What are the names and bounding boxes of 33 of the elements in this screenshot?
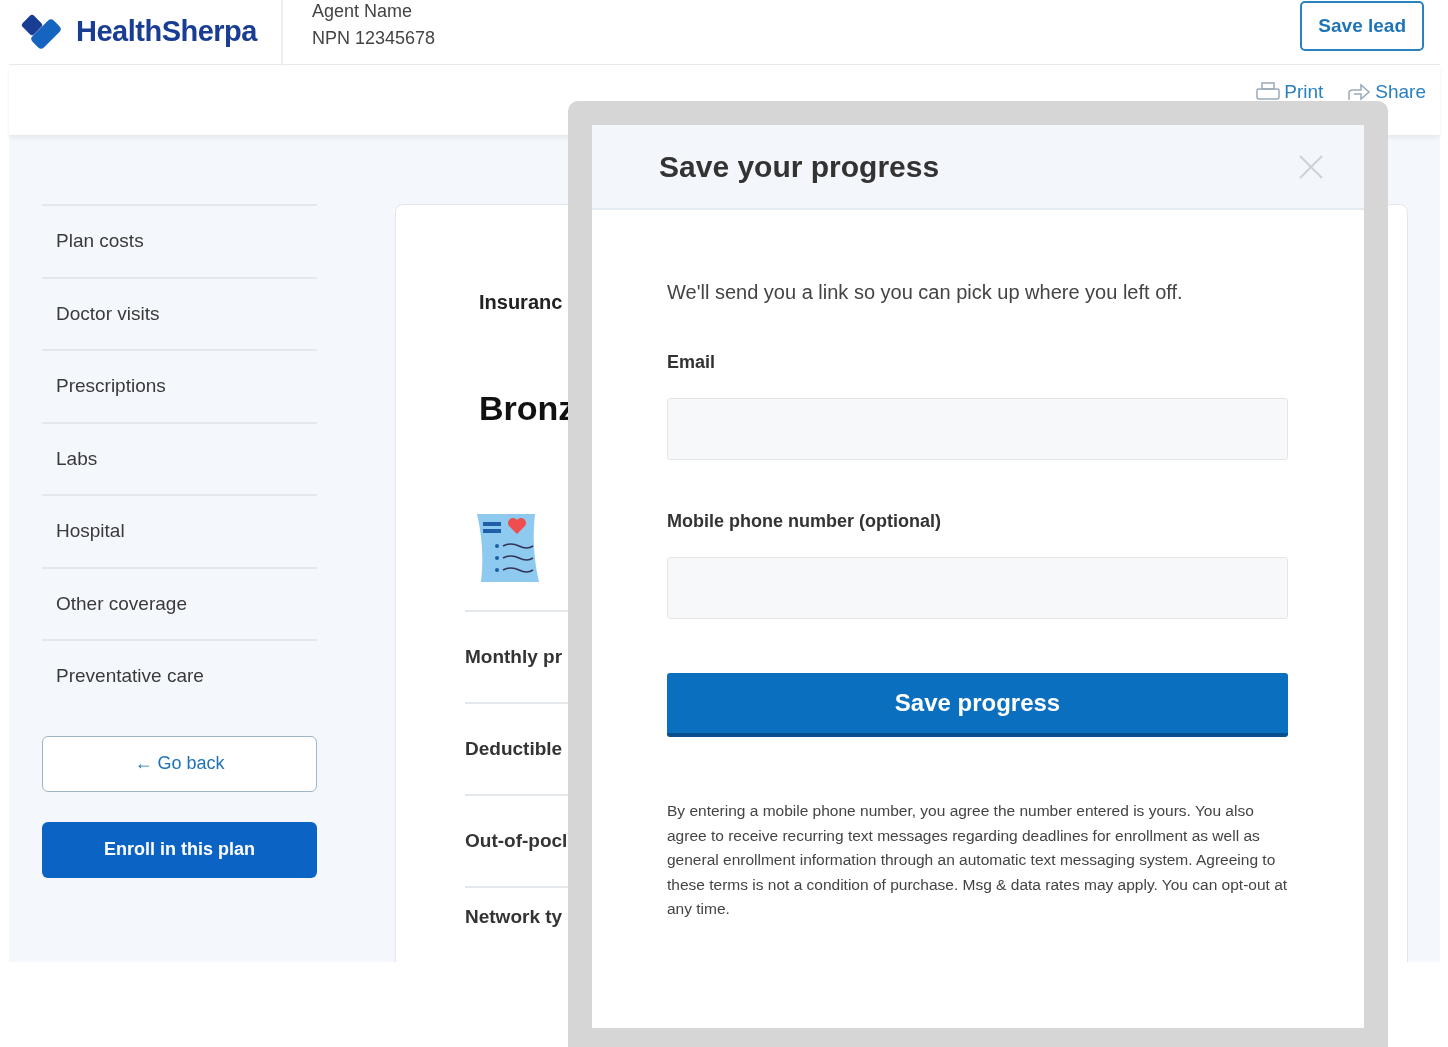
save-progress-button[interactable]: Save progress xyxy=(667,673,1288,737)
sidebar-item[interactable]: Plan costs xyxy=(42,204,317,277)
sidebar-item[interactable]: Doctor visits xyxy=(42,276,317,349)
row-label: Deductible xyxy=(465,736,563,761)
intro-text: We'll send you a link so you can pick up where you left off. xyxy=(667,280,1184,305)
row-label: Monthly pr xyxy=(465,644,563,669)
close-icon xyxy=(1298,153,1324,180)
sidebar-item[interactable]: Other coverage xyxy=(42,566,317,639)
input-field[interactable] xyxy=(667,398,1288,460)
document-heart-icon xyxy=(475,512,541,584)
close-button[interactable] xyxy=(1298,153,1324,180)
sidebar-item[interactable]: Prescriptions xyxy=(42,349,317,422)
enroll-button[interactable]: Enroll in this plan xyxy=(42,821,317,878)
print-link[interactable]: Print xyxy=(1256,81,1324,103)
save-lead-button[interactable]: Save lead xyxy=(1300,0,1424,52)
printer-icon xyxy=(1256,82,1281,102)
field-label: Mobile phone number (optional) xyxy=(667,510,942,533)
field-label: Email xyxy=(667,351,717,374)
issuer-label: Insuranc xyxy=(479,290,563,315)
share-link[interactable]: Share xyxy=(1347,81,1426,103)
sidebar-item[interactable]: Preventative care xyxy=(42,639,317,712)
row-label: Network ty xyxy=(465,904,563,929)
go-back-button[interactable]: ← Go back xyxy=(42,735,317,792)
logo-text: HealthSherpa xyxy=(76,14,257,50)
row-label: Out-of-pocl xyxy=(465,828,568,853)
modal-title: Save your progress xyxy=(659,148,940,185)
input-field[interactable] xyxy=(667,557,1288,619)
npn-number: NPN 12345678 xyxy=(312,27,436,50)
share-icon xyxy=(1347,82,1372,102)
disclaimer-text: By entering a mobile phone number, you agree the number entered is yours. You also agree to receive recurring text messages regarding deadlines for enrollment as well as general enrollment information through an automatic text messaging system. Agreeing to these terms is not a condition of purchase. Msg & data rates may apply. You can opt-out at any time. xyxy=(667,801,1289,919)
sidebar-item[interactable]: Hospital xyxy=(42,494,317,567)
agent-name: Agent Name xyxy=(312,0,414,23)
sidebar-item[interactable]: Labs xyxy=(42,421,317,494)
